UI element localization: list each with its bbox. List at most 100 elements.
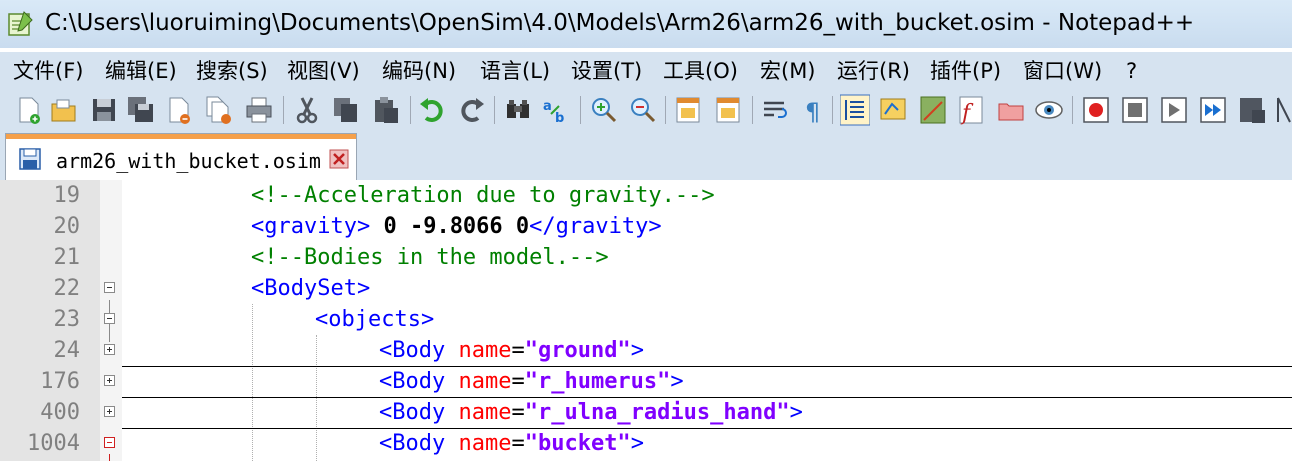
svg-text:a: a — [543, 99, 552, 114]
xml-comment: <!--Acceleration due to gravity.--> — [251, 183, 715, 208]
xml-tag-open: <objects> — [315, 307, 435, 332]
new-file-icon[interactable] — [14, 94, 44, 126]
xml-tag-open: <gravity> — [251, 214, 371, 239]
code-content: <Body name="ground"> — [379, 335, 644, 366]
tab-arm26-with-bucket[interactable]: arm26_with_bucket.osim — [5, 133, 357, 181]
open-file-icon[interactable] — [49, 94, 79, 126]
fold-collapse-icon[interactable] — [104, 282, 115, 293]
tab-close-icon[interactable] — [329, 149, 349, 169]
xml-attribute: name — [458, 400, 512, 425]
menu-macro[interactable]: 宏(M) — [760, 57, 816, 85]
menu-window[interactable]: 窗口(W) — [1023, 57, 1102, 85]
menu-plugins[interactable]: 插件(P) — [930, 57, 1001, 85]
xml-equals: = — [511, 338, 525, 363]
zoom-out-icon[interactable] — [627, 94, 657, 126]
redo-icon[interactable] — [456, 94, 486, 126]
paste-icon[interactable] — [371, 94, 401, 126]
more-icon[interactable] — [1276, 94, 1292, 126]
sync-vertical-icon[interactable] — [674, 94, 704, 126]
fold-collapse-icon[interactable] — [104, 437, 115, 448]
document-map-icon[interactable] — [918, 94, 948, 126]
replace-icon[interactable]: ab — [541, 94, 571, 126]
title-bar: C:\Users\luoruiming\Documents\OpenSim\4.… — [0, 0, 1292, 48]
menu-view[interactable]: 视图(V) — [287, 57, 360, 85]
line-number: 23 — [53, 307, 81, 332]
xml-attribute-value: "ground" — [524, 338, 631, 363]
run-macro-multiple-icon[interactable] — [1198, 94, 1228, 126]
sync-horizontal-icon[interactable] — [714, 94, 744, 126]
menu-search[interactable]: 搜索(S) — [196, 57, 268, 85]
toolbar-separator — [752, 96, 753, 124]
window-title: C:\Users\luoruiming\Documents\OpenSim\4.… — [45, 10, 1195, 36]
toolbar-separator — [410, 96, 411, 124]
xml-tag-end: > — [630, 431, 644, 456]
stop-recording-icon[interactable] — [1120, 94, 1150, 126]
print-icon[interactable] — [244, 94, 274, 126]
xml-attribute-value: "r_humerus" — [524, 369, 671, 394]
xml-text-value: 0 -9.8066 0 — [370, 214, 530, 239]
find-icon[interactable] — [503, 94, 533, 126]
close-icon[interactable] — [164, 94, 194, 126]
monitoring-icon[interactable] — [1034, 94, 1064, 126]
menu-language[interactable]: 语言(L) — [480, 57, 550, 85]
close-all-icon[interactable] — [204, 94, 234, 126]
xml-tag-start: <Body — [379, 431, 459, 456]
xml-tag-end: > — [630, 338, 644, 363]
word-wrap-icon[interactable] — [760, 94, 790, 126]
record-macro-icon[interactable] — [1081, 94, 1111, 126]
code-content: <Body name="bucket"> — [379, 428, 644, 459]
code-line-current: 1004 <Body name="bucket"> — [0, 428, 1292, 459]
cut-icon[interactable] — [292, 94, 322, 126]
menu-encoding[interactable]: 编码(N) — [382, 57, 456, 85]
menu-tools[interactable]: 工具(O) — [663, 57, 738, 85]
toolbar-separator — [580, 96, 581, 124]
fold-collapse-icon[interactable] — [104, 313, 115, 324]
xml-tag-start: <Body — [379, 369, 459, 394]
menu-settings[interactable]: 设置(T) — [571, 57, 642, 85]
fold-expand-icon[interactable] — [104, 375, 115, 386]
toolbar: ab ¶ f — [0, 90, 1292, 132]
xml-attribute: name — [458, 431, 512, 456]
xml-comment: <!--Bodies in the model.--> — [251, 245, 609, 270]
menu-run[interactable]: 运行(R) — [837, 57, 910, 85]
toolbar-separator — [494, 96, 495, 124]
toolbar-separator — [665, 96, 666, 124]
folder-as-workspace-icon[interactable] — [996, 94, 1026, 126]
save-all-icon[interactable] — [126, 94, 156, 126]
toolbar-separator — [283, 96, 284, 124]
fold-expand-icon[interactable] — [104, 406, 115, 417]
copy-icon[interactable] — [331, 94, 361, 126]
menu-edit[interactable]: 编辑(E) — [105, 57, 177, 85]
zoom-in-icon[interactable] — [588, 94, 618, 126]
code-line: 20 <gravity> 0 -9.8066 0</gravity> — [0, 211, 1292, 242]
play-macro-icon[interactable] — [1159, 94, 1189, 126]
code-line: 24 <Body name="ground"> — [0, 335, 1292, 366]
xml-attribute: name — [458, 369, 512, 394]
indent-guide-icon[interactable] — [840, 94, 870, 126]
undo-icon[interactable] — [418, 94, 448, 126]
xml-equals: = — [511, 400, 525, 425]
toolbar-separator — [1072, 96, 1073, 124]
save-macro-icon[interactable] — [1237, 94, 1267, 126]
menu-file[interactable]: 文件(F) — [13, 57, 83, 85]
save-icon[interactable] — [89, 94, 119, 126]
language-icon[interactable] — [878, 94, 908, 126]
line-number: 400 — [40, 400, 80, 425]
xml-tag-end: > — [789, 400, 803, 425]
tab-label: arm26_with_bucket.osim — [56, 149, 321, 173]
menu-help[interactable]: ? — [1126, 57, 1137, 85]
xml-equals: = — [511, 369, 525, 394]
xml-tag-open: <BodySet> — [251, 276, 371, 301]
code-content: <Body name="r_ulna_radius_hand"> — [379, 397, 803, 428]
code-line: 21 <!--Bodies in the model.--> — [0, 242, 1292, 273]
function-list-icon[interactable]: f — [956, 94, 986, 126]
line-number: 20 — [53, 214, 81, 239]
line-number: 24 — [53, 338, 81, 363]
fold-expand-icon[interactable] — [104, 344, 115, 355]
toolbar-separator — [832, 96, 833, 124]
code-editor[interactable]: 19 <!--Acceleration due to gravity.--> 2… — [0, 180, 1292, 461]
xml-tag-end: > — [670, 369, 684, 394]
menu-bar: 文件(F) 编辑(E) 搜索(S) 视图(V) 编码(N) 语言(L) 设置(T… — [0, 52, 1292, 90]
xml-tag-start: <Body — [379, 338, 459, 363]
show-all-characters-icon[interactable]: ¶ — [799, 94, 829, 126]
